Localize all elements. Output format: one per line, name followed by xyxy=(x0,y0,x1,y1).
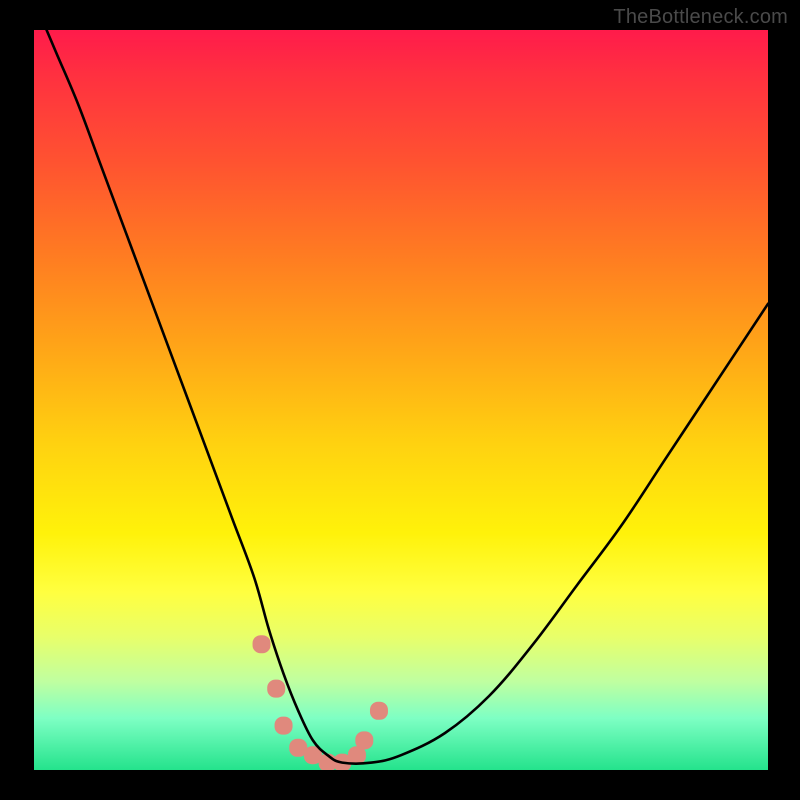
valley-marker xyxy=(370,702,388,720)
chart-frame: TheBottleneck.com xyxy=(0,0,800,800)
bottleneck-curve xyxy=(34,30,768,764)
valley-marker xyxy=(355,731,373,749)
valley-marker xyxy=(275,717,293,735)
chart-plot-area xyxy=(34,30,768,770)
valley-marker xyxy=(267,680,285,698)
chart-svg xyxy=(34,30,768,770)
watermark-text: TheBottleneck.com xyxy=(613,6,788,29)
valley-marker xyxy=(253,635,271,653)
